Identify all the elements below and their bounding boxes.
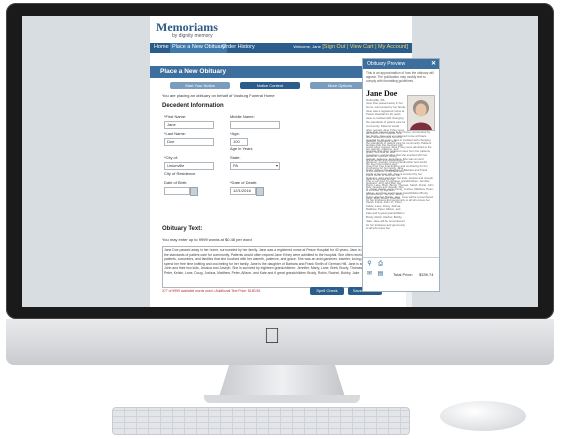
preview-description: This is an approximation of how the obit… [366,71,434,83]
dob-field[interactable] [164,187,190,195]
obituary-hint: You may enter up to 9999 words at $0.48 … [162,237,252,242]
first-name-field[interactable]: Jane [164,121,214,129]
step-notice-content[interactable]: Notice Content [240,82,300,89]
user-menu: Welcome, Jane [Sign Out | View Cart | My… [293,44,408,50]
main-nav: Home Place a New Obituary Order History … [150,43,412,53]
city-field[interactable]: Unionville [164,162,214,170]
obituary-heading: Obituary Text: [162,226,203,232]
age-hint: Age in Years [230,146,253,151]
nav-home[interactable]: Home [154,44,169,50]
calendar-icon[interactable] [256,187,264,196]
nav-order-history[interactable]: Order History [222,44,255,50]
city-hint: City of Residence [164,171,196,176]
obituary-preview-panel: Obituary Preview ✕ This is an approximat… [362,58,440,292]
calendar-icon[interactable] [190,187,198,196]
word-count: 377 of 9999 available words used • Addit… [162,289,261,293]
screen: Memoriams by dignity memory Home Place a… [22,16,538,307]
age-label: *Age: [230,131,240,136]
decedent-photo [407,95,435,131]
state-value: PA [233,163,239,168]
total-price-value: $339.74 [419,272,434,277]
keyboard [112,407,410,435]
dod-label: *Date of Death: [230,180,258,185]
apple-logo-icon:  [262,325,282,347]
mouse [440,401,526,431]
nav-place-obituary[interactable]: Place a New Obituary [170,43,228,53]
last-name-field[interactable]: Doe [164,138,214,146]
account-links[interactable]: [Sign Out | View Cart | My Account] [322,44,408,50]
email-icon[interactable]: ✉ [366,271,373,278]
section-title: Place a New Obituary [160,68,227,75]
city-label: *City of: [164,155,179,160]
zoom-icon[interactable]: ⚲ [366,261,373,268]
chevron-down-icon: ▾ [275,163,278,168]
close-icon[interactable]: ✕ [431,60,436,67]
document-icon[interactable]: ▤ [377,271,384,278]
preview-title: Obituary Preview [367,61,406,67]
preview-name: Jane Doe [366,89,398,98]
dob-label: Date of Birth: [164,180,188,185]
total-price-label: Total Price: [393,272,413,277]
monitor-foot [204,395,360,403]
decedent-heading: Decedent Information [162,103,224,109]
preview-footer: ⚲ ⎙ ✉ ▤ Total Price: $339.74 [363,257,439,292]
last-name-label: *Last Name: [164,131,187,136]
logo-subtitle: by dignity memory [172,33,213,39]
state-label: State: [230,155,241,160]
step-start-notice[interactable]: Start Your Notice [170,82,230,89]
spell-check-button[interactable]: Spell Check [310,287,344,295]
state-select[interactable]: PA ▾ [230,162,280,170]
print-icon[interactable]: ⎙ [377,261,384,268]
age-field[interactable]: 100 [230,138,248,146]
middle-name-label: Middle Name: [230,114,255,119]
preview-text: Jane Doe passed away in her home, surrou… [366,131,434,203]
preview-header: Obituary Preview ✕ [363,59,439,69]
first-name-label: *First Name: [164,114,187,119]
portrait-image [408,96,434,130]
step-more-options[interactable]: More Options [310,82,370,89]
welcome-text: Welcome, Jane [293,44,321,49]
dod-field[interactable]: 12/1/2016 [230,187,256,195]
monitor-stand [219,365,345,397]
middle-name-field[interactable] [230,121,280,129]
funeral-home-note: You are placing an obituary on behalf of… [162,93,275,98]
header: Memoriams by dignity memory [150,16,412,43]
